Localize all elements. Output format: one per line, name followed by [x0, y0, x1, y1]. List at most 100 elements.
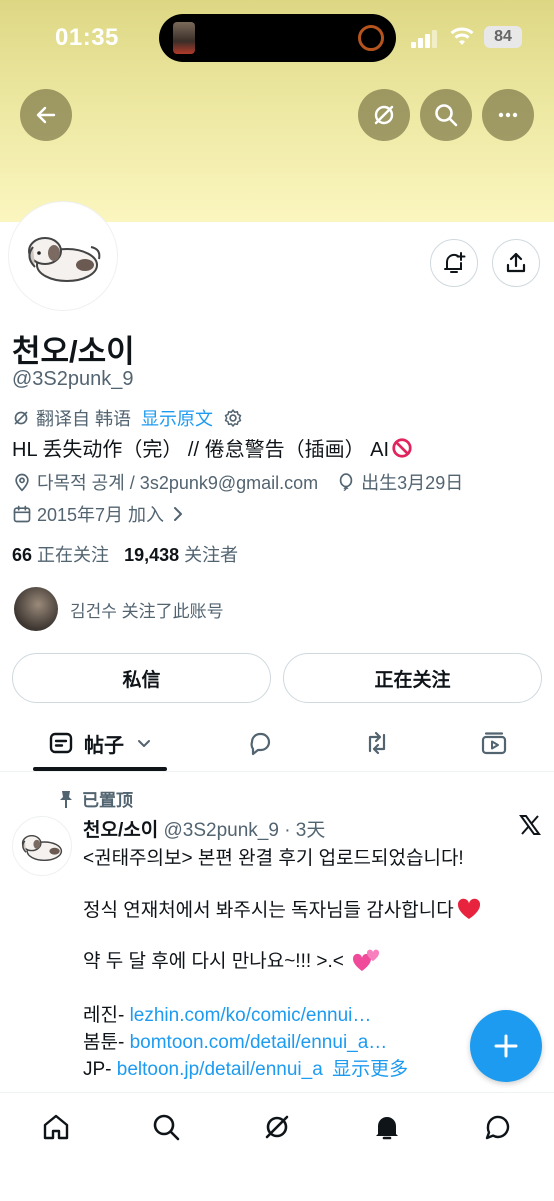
tab-media[interactable] — [464, 715, 524, 771]
post-header: 천오/소이 @3S2punk_9 · 3天 — [83, 815, 325, 842]
gear-icon[interactable] — [223, 408, 243, 428]
active-tab-indicator — [33, 767, 167, 771]
tab-posts-label: 帖子 — [84, 734, 124, 757]
post-link-1-row: 레진- lezhin.com/ko/comic/ennui… — [83, 1000, 371, 1027]
profile-meta-row: 다목적 공계 / 3s2punk9@gmail.com 出生3月29日 — [12, 469, 463, 495]
prohibited-icon — [392, 437, 412, 458]
more-button[interactable] — [482, 89, 534, 141]
follow-stats: 66 正在关注 19,438 关注者 — [12, 541, 238, 567]
followers-label: 关注者 — [184, 545, 239, 565]
pinned-text: 已置顶 — [82, 791, 133, 810]
link-3-prefix: JP- — [83, 1059, 117, 1080]
joined-row[interactable]: 2015年7月 加入 — [12, 501, 186, 527]
compose-post-button[interactable] — [470, 1010, 542, 1082]
grok-button[interactable] — [358, 89, 410, 141]
lezhin-link[interactable]: lezhin.com/ko/comic/ennui… — [130, 1005, 372, 1026]
video-icon — [481, 732, 507, 755]
repost-icon — [368, 731, 386, 755]
nav-home[interactable] — [36, 1107, 76, 1147]
following-count: 66 — [12, 545, 33, 565]
post-line-3-row: 약 두 달 후에 다시 만나요~!!! >.< — [83, 946, 382, 973]
post-line-1: <권태주의보> 본편 완결 후기 업로드되었습니다! — [83, 848, 464, 869]
post-line-3: 약 두 달 후에 다시 만나요~!!! >.< — [83, 951, 344, 972]
home-icon — [43, 1114, 69, 1140]
post-link-2-row: 봄툰- bomtoon.com/detail/ennui_a… — [83, 1027, 387, 1054]
share-icon — [506, 252, 526, 273]
profile-avatar[interactable] — [9, 202, 117, 310]
post-author-name[interactable]: 천오/소이 — [83, 820, 158, 841]
bomtoon-link[interactable]: bomtoon.com/detail/ennui_a… — [130, 1032, 388, 1053]
show-more-link[interactable]: 显示更多 — [332, 1059, 408, 1080]
nav-notifications[interactable] — [367, 1107, 407, 1147]
dynamic-island[interactable] — [159, 14, 396, 62]
followers-count: 19,438 — [124, 545, 180, 565]
profile-tabs: 帖子 — [0, 715, 554, 772]
balloon-icon — [339, 473, 353, 491]
translation-row: 翻译自 韩语 显示原文 — [12, 405, 243, 431]
nav-messages[interactable] — [478, 1107, 518, 1147]
location-pin-icon — [15, 473, 29, 492]
nav-grok[interactable] — [257, 1107, 297, 1147]
grok-icon — [14, 411, 28, 425]
plus-icon — [494, 1034, 518, 1058]
recording-indicator-icon — [358, 25, 384, 51]
puppy-avatar-icon — [28, 237, 101, 282]
calendar-icon — [13, 505, 31, 523]
bio-text: HL 丢失动作（完） // 倦怠警告（插画） AI — [12, 439, 390, 461]
joined-date: 2015年7月 加入 — [37, 505, 165, 525]
tab-posts[interactable]: 帖子 — [33, 715, 167, 771]
show-original-link[interactable]: 显示原文 — [141, 405, 213, 431]
chat-bubble-icon — [485, 1115, 510, 1140]
post-link-3-row: JP- beltoon.jp/detail/ennui_a 显示更多 — [83, 1054, 408, 1081]
status-bar: 01:35 84 — [0, 0, 554, 78]
tab-reposts[interactable] — [347, 715, 407, 771]
bottom-navigation — [0, 1092, 554, 1201]
chevron-down-icon — [138, 740, 150, 747]
puppy-avatar-icon — [21, 835, 63, 862]
x-logo-icon[interactable] — [518, 813, 542, 837]
post-line-2-row: 정식 연재처에서 봐주시는 독자님들 감사합니다 — [83, 895, 482, 922]
post-author-avatar[interactable] — [12, 816, 72, 876]
pinned-label: 已置顶 — [58, 786, 133, 811]
birthday-text: 出生3月29日 — [361, 473, 464, 493]
two-hearts-icon — [352, 949, 379, 971]
followed-by-row[interactable]: 김건수 关注了此账号 — [14, 587, 224, 631]
pin-icon — [60, 790, 72, 808]
grok-icon — [265, 1115, 289, 1139]
arrow-left-icon — [36, 106, 56, 124]
following-button[interactable]: 正在关注 — [283, 653, 542, 703]
followers-link[interactable]: 19,438 关注者 — [124, 545, 238, 565]
posts-icon — [49, 732, 73, 754]
following-label: 正在关注 — [37, 545, 110, 565]
more-icon — [498, 112, 518, 118]
media-thumbnail — [173, 22, 195, 54]
status-time: 01:35 — [55, 24, 119, 51]
profile-handle: @3S2punk_9 — [12, 368, 134, 390]
chevron-right-icon — [174, 507, 183, 521]
search-icon — [435, 104, 458, 127]
profile-name: 천오/소이 — [12, 334, 135, 369]
link-2-prefix: 봄툰- — [83, 1032, 130, 1053]
followed-by-text: 김건수 关注了此账号 — [70, 601, 224, 621]
beltoon-link[interactable]: beltoon.jp/detail/ennui_a — [117, 1059, 323, 1080]
location-text: 다목적 공계 / 3s2punk9@gmail.com — [37, 473, 319, 493]
signal-icon — [411, 30, 439, 48]
translated-from-label: 翻译自 韩语 — [36, 409, 132, 429]
post-line-2: 정식 연재처에서 봐주시는 독자님들 감사합니다 — [83, 900, 454, 921]
follower-avatar — [14, 587, 58, 631]
post-author-meta: @3S2punk_9 · 3天 — [163, 820, 326, 841]
back-button[interactable] — [20, 89, 72, 141]
tab-replies[interactable] — [230, 715, 290, 771]
battery-indicator: 84 — [484, 26, 522, 48]
bell-plus-icon — [444, 252, 466, 273]
subscribe-notifications-button[interactable] — [430, 239, 478, 287]
following-link[interactable]: 66 正在关注 — [12, 545, 109, 565]
search-button[interactable] — [420, 89, 472, 141]
search-icon — [153, 1114, 180, 1141]
bell-icon — [376, 1117, 398, 1140]
share-button[interactable] — [492, 239, 540, 287]
reply-icon — [250, 732, 271, 756]
nav-search[interactable] — [146, 1107, 186, 1147]
red-heart-icon — [457, 898, 480, 919]
message-button[interactable]: 私信 — [12, 653, 271, 703]
